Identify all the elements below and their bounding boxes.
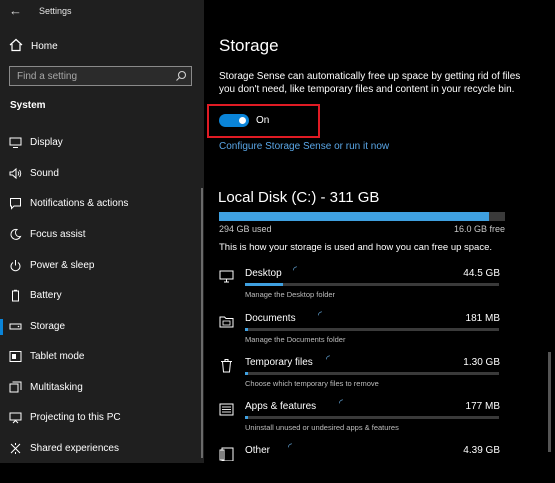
- category-desktop[interactable]: Desktop ◜ 44.5 GB Manage the Desktop fol…: [217, 265, 517, 306]
- sidebar-item-sound[interactable]: Sound: [0, 160, 204, 188]
- search-icon[interactable]: [175, 70, 187, 82]
- back-arrow-icon[interactable]: ←: [9, 3, 22, 18]
- category-size: 177 MB: [465, 401, 500, 412]
- storage-sense-description: Storage Sense can automatically free up …: [219, 71, 521, 95]
- notification-icon: [10, 198, 21, 210]
- other-icon: [219, 447, 234, 461]
- category-name: Desktop: [245, 268, 282, 279]
- sidebar-item-label: Focus assist: [30, 229, 86, 240]
- category-bar: [245, 328, 499, 331]
- sidebar-scrollbar[interactable]: [201, 188, 203, 458]
- category-subtext: Choose which temporary files to remove: [245, 379, 379, 388]
- category-bar-fill: [245, 416, 248, 419]
- disk-usage-fill: [219, 212, 490, 221]
- category-bar-fill: [245, 372, 248, 375]
- category-bar: [245, 416, 499, 419]
- multitasking-icon: [9, 381, 22, 393]
- loading-spinner-icon: ◜: [318, 310, 322, 321]
- sidebar-item-label: Power & sleep: [30, 260, 95, 271]
- category-subtext: Manage the Desktop folder: [245, 290, 336, 299]
- sidebar-item-label: Shared experiences: [30, 443, 119, 454]
- sidebar-item-label: Tablet mode: [30, 351, 85, 362]
- sidebar: ← Settings Home Find a setting System Di…: [0, 0, 204, 463]
- category-name: Documents: [245, 313, 296, 324]
- window-title: Settings: [39, 6, 72, 16]
- section-label: System: [10, 100, 46, 111]
- sidebar-item-label: Display: [30, 137, 63, 148]
- tablet-icon: [9, 351, 22, 362]
- storage-icon: [9, 323, 22, 330]
- category-documents[interactable]: Documents ◜ 181 MB Manage the Documents …: [217, 310, 517, 351]
- home-button[interactable]: Home: [9, 38, 199, 56]
- highlight-box: [207, 104, 320, 138]
- sidebar-item-shared-experiences[interactable]: Shared experiences: [0, 435, 204, 463]
- category-name: Temporary files: [245, 357, 313, 368]
- category-size: 44.5 GB: [463, 268, 500, 279]
- battery-icon: [12, 289, 19, 302]
- category-bar: [245, 283, 499, 286]
- sidebar-item-storage[interactable]: Storage: [0, 313, 204, 341]
- sidebar-item-label: Projecting to this PC: [30, 412, 121, 423]
- main-scrollbar[interactable]: [548, 352, 551, 452]
- category-size: 1.30 GB: [463, 357, 500, 368]
- sidebar-item-label: Sound: [30, 168, 59, 179]
- loading-spinner-icon: ◜: [326, 354, 330, 365]
- category-other[interactable]: Other ◜ 4.39 GB: [217, 442, 517, 483]
- sidebar-item-battery[interactable]: Battery: [0, 282, 204, 310]
- category-size: 181 MB: [465, 313, 500, 324]
- display-icon: [9, 137, 22, 148]
- sidebar-item-label: Battery: [30, 290, 62, 301]
- folder-icon: [219, 316, 234, 328]
- category-bar: [245, 372, 499, 375]
- speaker-icon: [9, 167, 22, 180]
- disk-title: Local Disk (C:) - 311 GB: [218, 189, 380, 206]
- apps-icon: [219, 403, 234, 416]
- category-size: 4.39 GB: [463, 445, 500, 456]
- shared-icon: [10, 443, 21, 454]
- category-bar-fill: [245, 328, 248, 331]
- search-placeholder: Find a setting: [17, 71, 78, 82]
- category-bar-fill: [245, 283, 284, 286]
- monitor-icon: [219, 270, 234, 283]
- sidebar-item-display[interactable]: Display: [0, 129, 204, 157]
- sidebar-item-power-sleep[interactable]: Power & sleep: [0, 252, 204, 280]
- category-name: Other: [245, 445, 271, 456]
- loading-spinner-icon: ◜: [293, 265, 297, 276]
- sidebar-item-projecting[interactable]: Projecting to this PC: [0, 404, 204, 432]
- trash-icon: [221, 359, 232, 373]
- main-content: Storage Storage Sense can automatically …: [204, 0, 555, 463]
- sidebar-item-focus-assist[interactable]: Focus assist: [0, 221, 204, 249]
- configure-storage-sense-link[interactable]: Configure Storage Sense or run it now: [219, 141, 389, 152]
- sidebar-item-label: Multitasking: [30, 382, 83, 393]
- category-temporary-files[interactable]: Temporary files ◜ 1.30 GB Choose which t…: [217, 354, 517, 395]
- category-name: Apps & features: [245, 401, 317, 412]
- category-apps-features[interactable]: Apps & features ◜ 177 MB Uninstall unuse…: [217, 398, 517, 439]
- category-subtext: Manage the Documents folder: [245, 335, 346, 344]
- titlebar: ← Settings: [0, 0, 204, 24]
- disk-used-text: 294 GB used: [219, 224, 272, 234]
- home-label: Home: [31, 41, 58, 52]
- page-title: Storage: [219, 36, 279, 55]
- sidebar-item-multitasking[interactable]: Multitasking: [0, 374, 204, 402]
- sidebar-item-notifications[interactable]: Notifications & actions: [0, 190, 204, 218]
- projector-icon: [9, 412, 22, 424]
- sidebar-item-label: Storage: [30, 321, 66, 332]
- sidebar-item-tablet-mode[interactable]: Tablet mode: [0, 343, 204, 371]
- selected-indicator: [0, 319, 3, 335]
- moon-icon: [10, 228, 22, 240]
- search-input[interactable]: Find a setting: [9, 66, 192, 86]
- loading-spinner-icon: ◜: [339, 398, 343, 409]
- category-subtext: Uninstall unused or undesired apps & fea…: [245, 423, 399, 432]
- disk-usage-bar: [219, 212, 505, 221]
- loading-spinner-icon: ◜: [288, 442, 292, 453]
- disk-free-text: 16.0 GB free: [453, 224, 505, 234]
- home-icon: [9, 38, 23, 52]
- usage-description: This is how your storage is used and how…: [219, 242, 493, 253]
- power-icon: [10, 260, 21, 272]
- sidebar-item-label: Notifications & actions: [30, 198, 129, 209]
